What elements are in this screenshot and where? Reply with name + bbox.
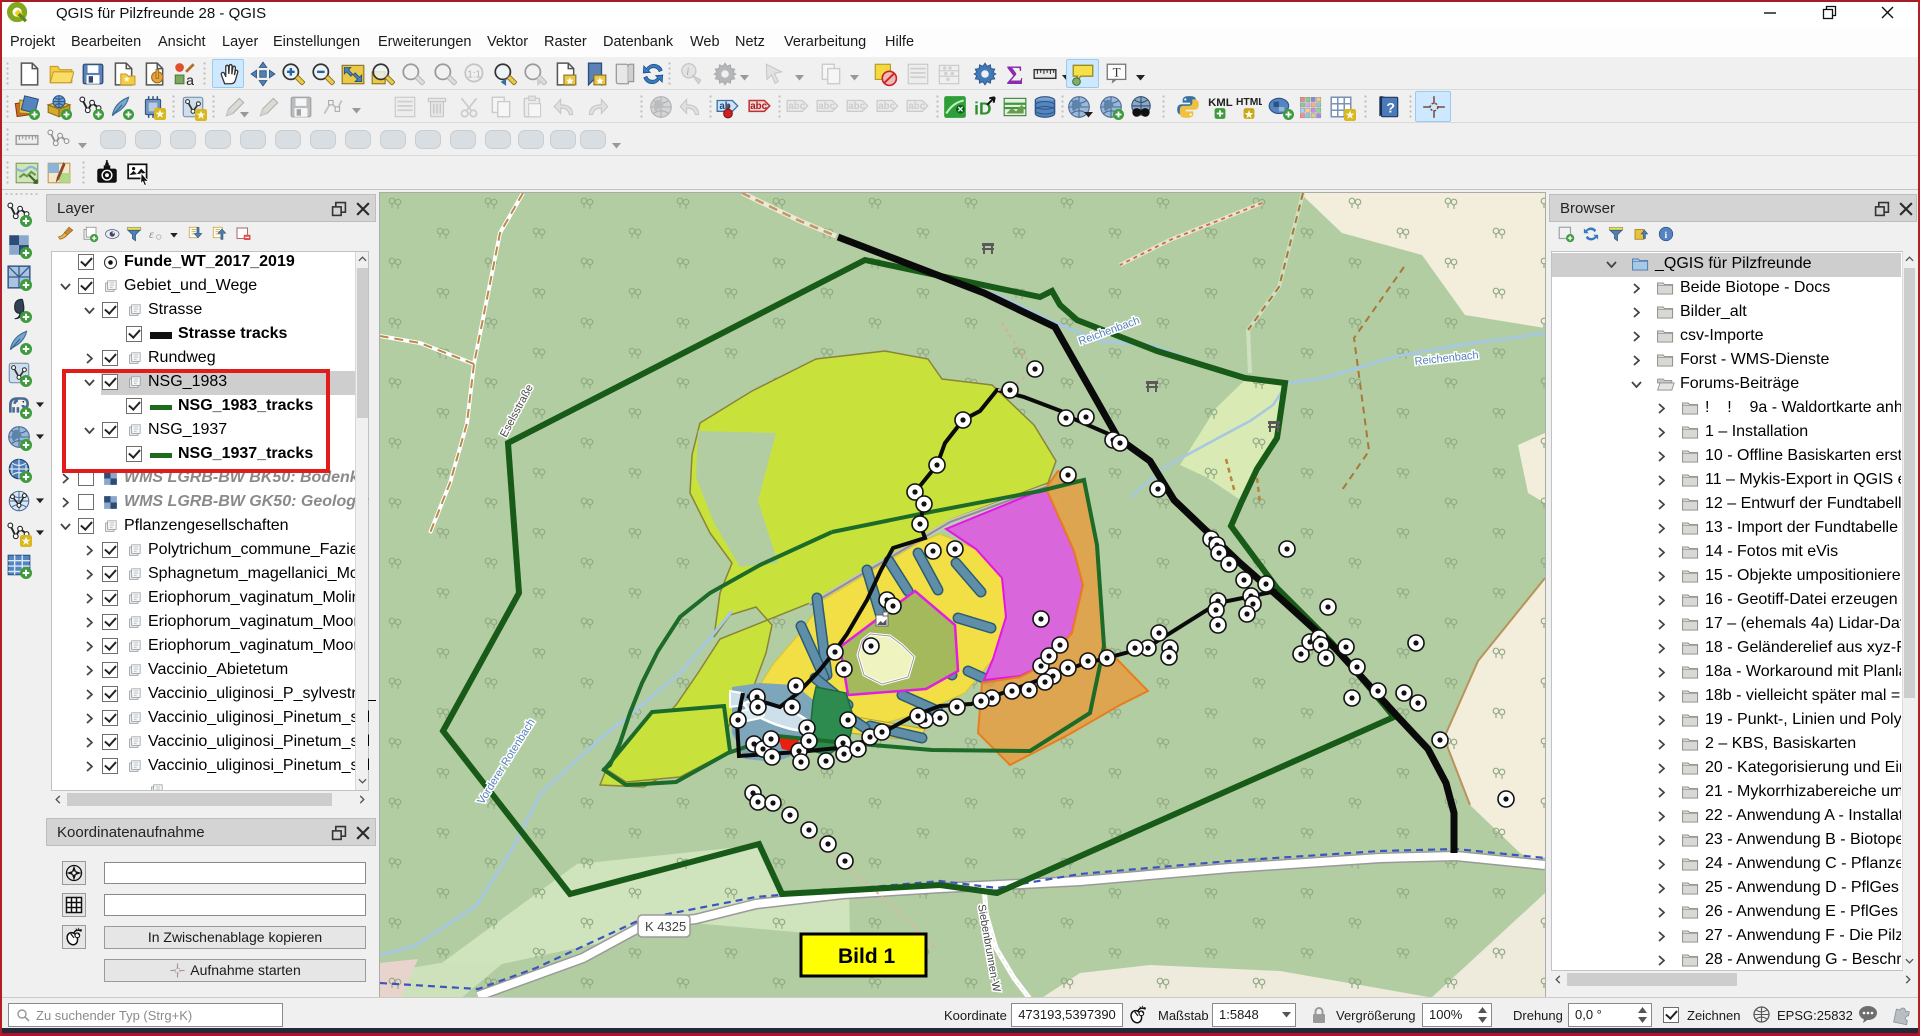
svg-text:Bild 1: Bild 1: [838, 945, 895, 968]
svg-text:K 4325: K 4325: [645, 919, 686, 934]
